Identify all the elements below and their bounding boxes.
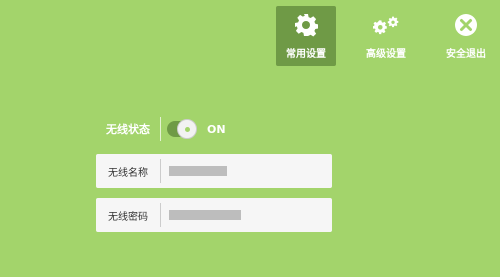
wireless-name-value[interactable]: [169, 166, 227, 176]
advanced-settings-button[interactable]: 高级设置: [356, 6, 416, 66]
logout-label: 安全退出: [446, 49, 486, 60]
divider: [160, 203, 161, 227]
wireless-name-field[interactable]: 无线名称: [96, 154, 332, 188]
common-settings-button[interactable]: 常用设置: [276, 6, 336, 66]
gears-icon: [373, 12, 399, 38]
wireless-name-label: 无线名称: [108, 167, 148, 179]
wireless-status-row: 无线状态 ON: [96, 116, 332, 142]
wireless-status-toggle[interactable]: [167, 119, 197, 139]
top-nav: 常用设置 高级设置 安全退出: [256, 6, 496, 66]
toggle-knob: [177, 119, 197, 139]
logout-button[interactable]: 安全退出: [436, 6, 496, 66]
wireless-status-value: ON: [207, 122, 226, 136]
divider: [160, 159, 161, 183]
divider: [160, 117, 161, 141]
wireless-password-field[interactable]: 无线密码: [96, 198, 332, 232]
wireless-password-value[interactable]: [169, 210, 241, 220]
wireless-password-label: 无线密码: [108, 211, 148, 223]
close-circle-icon: [453, 12, 479, 38]
common-settings-label: 常用设置: [286, 49, 326, 60]
gear-icon: [293, 12, 319, 38]
advanced-settings-label: 高级设置: [366, 49, 406, 60]
wireless-status-label: 无线状态: [106, 123, 150, 136]
